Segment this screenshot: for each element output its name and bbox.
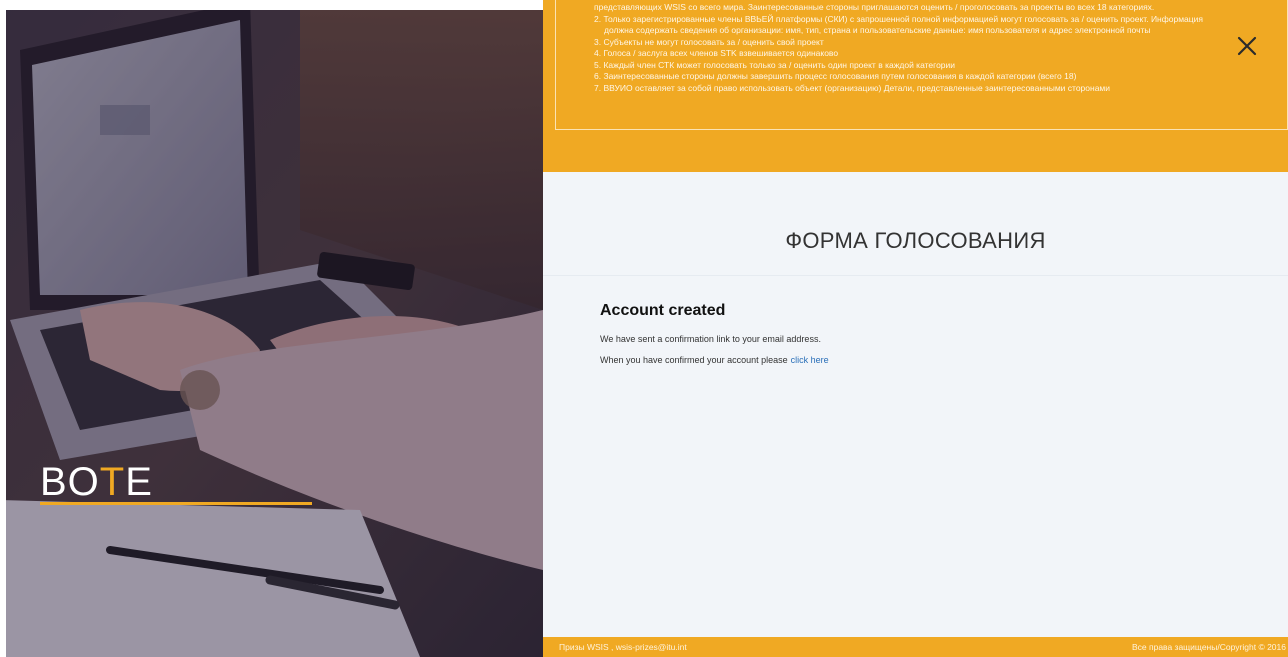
rule-item: 7. ВВУИО оставляет за собой право исполь… — [594, 82, 1111, 93]
rule-item: 6. Заинтересованные стороны должны завер… — [594, 71, 1077, 81]
left-edge — [0, 10, 6, 657]
footer-contact: Призы WSIS , wsis-prizes@itu.int — [559, 642, 687, 652]
form-title: ФОРМА ГОЛОСОВАНИЯ — [785, 228, 1046, 253]
rule-item: 2. Только зарегистрированные члены ВВЬЕЙ… — [594, 13, 1203, 24]
account-heading: Account created — [600, 302, 726, 319]
close-icon — [1237, 36, 1257, 56]
brand-suffix: E — [125, 460, 153, 504]
confirm-instructions-text: When you have confirmed your account ple… — [600, 355, 788, 365]
laptop-photo-illustration — [0, 10, 543, 657]
rule-item: представляющих WSIS со всего мира. Заинт… — [594, 2, 1155, 12]
vote-page: BOTE представляющих WSIS со всего мира. … — [0, 0, 1288, 657]
content-panel: представляющих WSIS со всего мира. Заинт… — [543, 0, 1288, 657]
brand-underline — [40, 502, 312, 505]
footer: Призы WSIS , wsis-prizes@itu.int Все пра… — [543, 637, 1288, 657]
close-button[interactable] — [1235, 34, 1259, 58]
rules-box: представляющих WSIS со всего мира. Заинт… — [555, 0, 1288, 130]
rule-item: должна содержать сведения об организации… — [604, 25, 1151, 35]
rule-item: 5. Каждый член СТК может голосовать толь… — [594, 59, 956, 70]
rule-item: 3. Субъекты не могут голосовать за / оце… — [594, 36, 824, 47]
rules-list: представляющих WSIS со всего мира. Заинт… — [594, 2, 1247, 94]
rules-banner: представляющих WSIS со всего мира. Заинт… — [543, 0, 1288, 172]
account-created-message: Account created We have sent a confirmat… — [600, 302, 829, 371]
hero-photo: BOTE — [0, 10, 543, 657]
brand-prefix: BO — [40, 460, 100, 504]
brand-accent: T — [99, 460, 126, 504]
footer-copyright: Все права защищены/Copyright © 2016 — [1131, 642, 1286, 652]
brand-logo: BOTE — [40, 460, 153, 505]
title-divider — [543, 275, 1288, 276]
confirm-instructions: When you have confirmed your account ple… — [600, 350, 829, 371]
click-here-link[interactable]: click here — [791, 355, 829, 365]
rule-item: 4. Голоса / заслуга всех членов STK взве… — [594, 48, 839, 58]
confirmation-text: We have sent a confirmation link to your… — [600, 334, 821, 344]
